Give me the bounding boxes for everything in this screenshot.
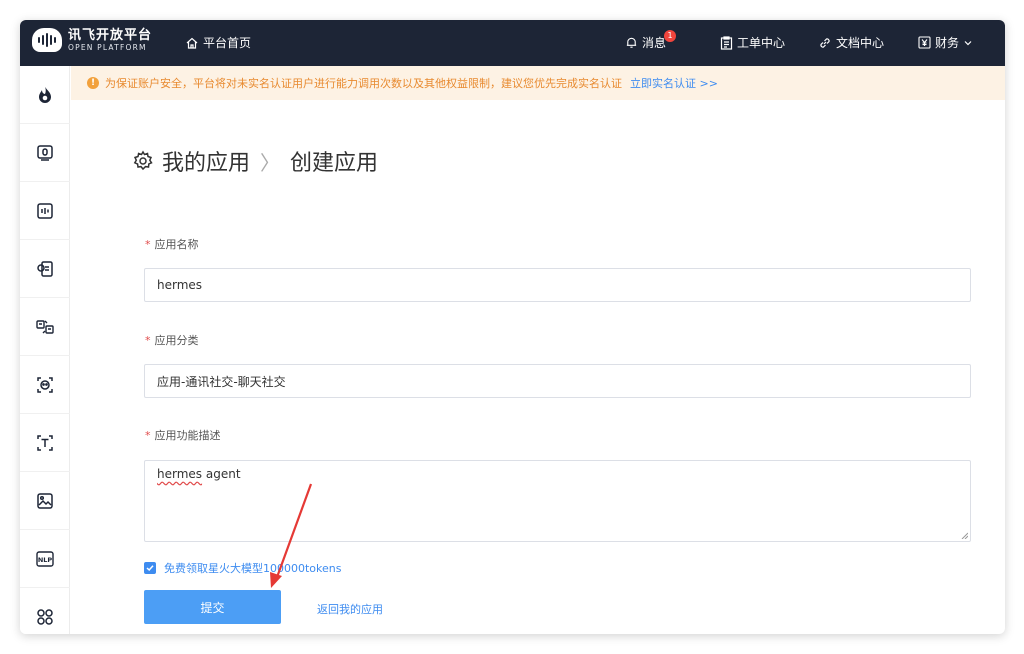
voice-icon: [37, 144, 53, 161]
clipboard-icon: [720, 35, 733, 50]
doc-center-link[interactable]: 文档中心: [818, 34, 884, 51]
finance-menu[interactable]: 财务: [918, 34, 973, 51]
doc-center-label: 文档中心: [836, 36, 885, 50]
misspelled-word: hermes: [157, 467, 203, 481]
home-link-label: 平台首页: [203, 36, 252, 50]
translate-icon: [36, 319, 54, 334]
sidebar-item-face[interactable]: [20, 356, 70, 414]
face-icon: [37, 376, 53, 393]
breadcrumb-root[interactable]: 我的应用: [162, 145, 250, 177]
breadcrumb-separator: 〉: [260, 150, 281, 175]
nlp-icon-label: NLP: [38, 556, 53, 564]
back-to-my-apps-link[interactable]: 返回我的应用: [317, 601, 383, 617]
finance-label: 财务: [935, 36, 960, 50]
ticket-center-link[interactable]: 工单中心: [720, 34, 785, 51]
app-description-textarea[interactable]: hermes agent: [144, 460, 971, 542]
checkmark-icon: [146, 565, 154, 572]
sidebar-item-nlp[interactable]: NLP: [20, 530, 70, 588]
app-category-label: * 应用分类: [145, 334, 199, 347]
app-description-label: * 应用功能描述: [145, 429, 221, 442]
description-text: agent: [202, 467, 241, 481]
verification-warning-banner: ! 为保证账户安全，平台将对未实名认证用户进行能力调用次数以及其他权益限制，建议…: [71, 66, 1005, 100]
sidebar-item-image[interactable]: [20, 472, 70, 530]
nlp-icon: NLP: [36, 550, 54, 567]
messages-badge: 1: [664, 30, 676, 42]
app-window: 讯飞开放平台 OPEN PLATFORM 平台首页 消息 1 工单中心 文档中心…: [20, 20, 1005, 634]
logo-icon: [32, 28, 62, 52]
warning-icon: !: [87, 77, 99, 89]
breadcrumb: 我的应用 〉 创建应用: [132, 145, 378, 177]
sidebar-item-voice[interactable]: [20, 124, 70, 182]
apps-icon: [37, 608, 53, 625]
app-category-select[interactable]: 应用-通讯社交-聊天社交: [144, 364, 971, 398]
text-icon: [37, 434, 53, 451]
sidebar-item-audio[interactable]: [20, 182, 70, 240]
top-navigation-bar: 讯飞开放平台 OPEN PLATFORM 平台首页 消息 1 工单中心 文档中心…: [20, 20, 1005, 66]
sidebar-item-speech[interactable]: [20, 240, 70, 298]
sidebar-item-apps[interactable]: [20, 588, 70, 634]
breadcrumb-current: 创建应用: [290, 151, 379, 176]
submit-button[interactable]: 提交: [144, 590, 281, 624]
audio-icon: [37, 202, 53, 219]
image-icon: [37, 492, 53, 509]
sidebar: NLP: [20, 66, 70, 634]
banner-text: 为保证账户安全，平台将对未实名认证用户进行能力调用次数以及其他权益限制，建议您优…: [105, 77, 622, 90]
free-tokens-label[interactable]: 免费领取星火大模型100000tokens: [164, 560, 341, 576]
app-name-input[interactable]: hermes: [144, 268, 971, 302]
app-name-label: * 应用名称: [145, 238, 199, 251]
gear-icon: [133, 150, 153, 171]
home-icon: [186, 37, 198, 49]
free-tokens-checkbox[interactable]: [144, 562, 156, 574]
bell-icon: [626, 37, 637, 48]
speech-icon: [37, 260, 53, 277]
sidebar-item-text[interactable]: [20, 414, 70, 472]
link-icon: [820, 37, 830, 48]
free-tokens-option: 免费领取星火大模型100000tokens: [144, 560, 341, 576]
home-link[interactable]: 平台首页: [185, 34, 251, 51]
flame-icon: [39, 86, 51, 103]
ticket-center-label: 工单中心: [737, 36, 786, 50]
sidebar-item-home[interactable]: [20, 66, 70, 124]
sidebar-item-translate[interactable]: [20, 298, 70, 356]
platform-logo[interactable]: 讯飞开放平台 OPEN PLATFORM: [32, 28, 152, 52]
messages-link[interactable]: 消息 1: [625, 30, 676, 51]
logo-title: 讯飞开放平台: [68, 27, 153, 43]
logo-subtitle: OPEN PLATFORM: [68, 42, 147, 52]
chevron-down-icon: [964, 40, 972, 45]
verify-now-link[interactable]: 立即实名认证 >>: [630, 75, 718, 91]
messages-label: 消息: [642, 36, 667, 50]
resize-handle-icon[interactable]: [961, 532, 968, 539]
yen-icon: [918, 36, 931, 49]
